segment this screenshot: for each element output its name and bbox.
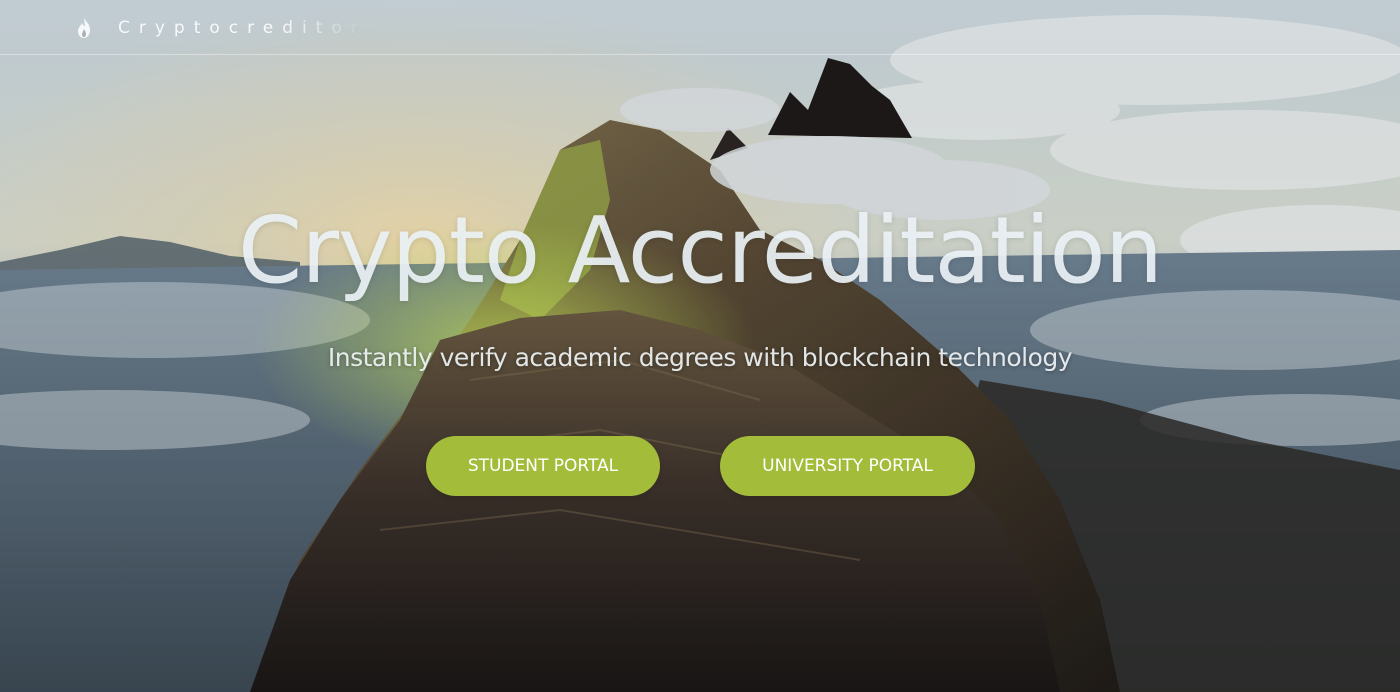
top-navbar: Cryptocreditor (0, 0, 1400, 55)
landing-page: Cryptocreditor Crypto Accreditation Inst… (0, 0, 1400, 692)
hero-subtitle: Instantly verify academic degrees with b… (327, 343, 1073, 372)
hero-title: Crypto Accreditation (237, 197, 1163, 304)
student-portal-button[interactable]: STUDENT PORTAL (426, 436, 660, 496)
brand-logo-link[interactable]: Cryptocreditor (74, 16, 367, 40)
flame-logo-icon (78, 18, 90, 38)
brand-name: Cryptocreditor (118, 18, 367, 38)
university-portal-button[interactable]: UNIVERSITY PORTAL (720, 436, 975, 496)
